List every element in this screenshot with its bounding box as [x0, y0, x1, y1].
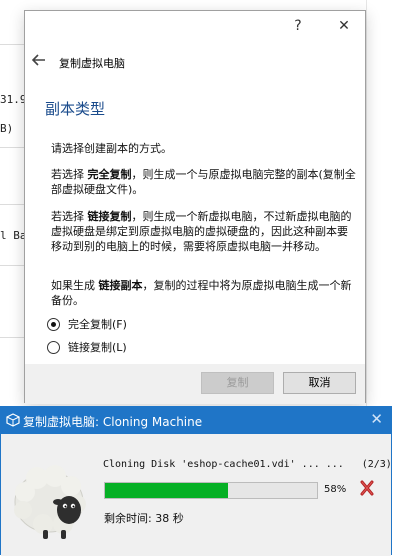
divider [0, 204, 26, 205]
arrow-left-icon [31, 54, 45, 66]
operation-text: Cloning Disk 'eshop-cache01.vdi' ... ...… [103, 459, 392, 470]
linked-clone-label: 链接复制(L) [68, 341, 127, 354]
progress-percent: 58% [324, 484, 347, 495]
operation-count: (2/3) [361, 459, 392, 470]
divider [0, 147, 26, 148]
progress-title: 复制虚拟电脑: Cloning Machine [23, 415, 203, 429]
wizard-header: 复制虚拟电脑 [25, 51, 365, 79]
full-clone-description: 若选择 完全复制，则生成一个与原虚拟电脑完整的副本(复制全部虚拟硬盘文件)。 [51, 168, 356, 196]
background-text: B) [0, 122, 14, 135]
help-button[interactable]: ? [285, 15, 311, 37]
clone-button[interactable]: 复制 [201, 372, 274, 394]
radio-unselected-icon[interactable] [47, 340, 60, 354]
virtualbox-cube-icon [6, 413, 20, 427]
wizard-title: 复制虚拟电脑 [59, 57, 125, 70]
progress-dialog: 复制虚拟电脑: Cloning Machine ✕ Cloning Disk '… [0, 406, 392, 556]
background-text: l Ba [0, 229, 27, 242]
wizard-page: 复制虚拟电脑 副本类型 请选择创建副本的方式。 若选择 完全复制，则生成一个与原… [25, 41, 365, 364]
background-right-pane [366, 0, 408, 410]
linked-clone-description: 若选择 链接复制，则生成一个新虚拟电脑，不过新虚拟电脑的虚拟硬盘是绑定到原虚拟电… [51, 210, 352, 253]
divider [0, 337, 26, 338]
operation-description: Cloning Disk 'eshop-cache01.vdi' ... ... [103, 459, 344, 470]
linked-clone-radio[interactable]: 链接复制(L) [47, 338, 127, 356]
intro-text: 请选择创建副本的方式。 [51, 142, 172, 155]
progress-titlebar: 复制虚拟电脑: Cloning Machine ✕ [1, 407, 391, 434]
progress-body: Cloning Disk 'eshop-cache01.vdi' ... ...… [1, 434, 392, 556]
sheep-icon [14, 465, 86, 539]
full-clone-label: 完全复制(F) [68, 318, 127, 331]
full-clone-radio[interactable]: 完全复制(F) [47, 315, 127, 333]
dialog-footer: 复制 取消 [25, 364, 365, 404]
cancel-operation-icon[interactable] [358, 479, 376, 497]
background-text: 31.9 [0, 93, 27, 106]
progress-close-button[interactable]: ✕ [370, 410, 383, 428]
divider [0, 265, 26, 266]
cancel-button[interactable]: 取消 [283, 372, 356, 394]
dialog-titlebar: ? ✕ [25, 11, 365, 41]
back-button[interactable] [29, 52, 49, 72]
progress-bar-fill [105, 483, 228, 498]
progress-bar [104, 482, 318, 499]
close-button[interactable]: ✕ [331, 15, 357, 37]
divider [0, 44, 26, 45]
snapshot-description: 如果生成 链接副本，复制的过程中将为原虚拟电脑生成一个新备份。 [51, 279, 352, 307]
page-heading: 副本类型 [45, 100, 106, 118]
radio-selected-icon[interactable] [47, 317, 60, 331]
remaining-time: 剩余时间: 38 秒 [104, 512, 184, 525]
clone-vm-dialog: ? ✕ 复制虚拟电脑 副本类型 请选择创建副本的方式。 若选择 完全复制，则生成… [24, 10, 366, 404]
